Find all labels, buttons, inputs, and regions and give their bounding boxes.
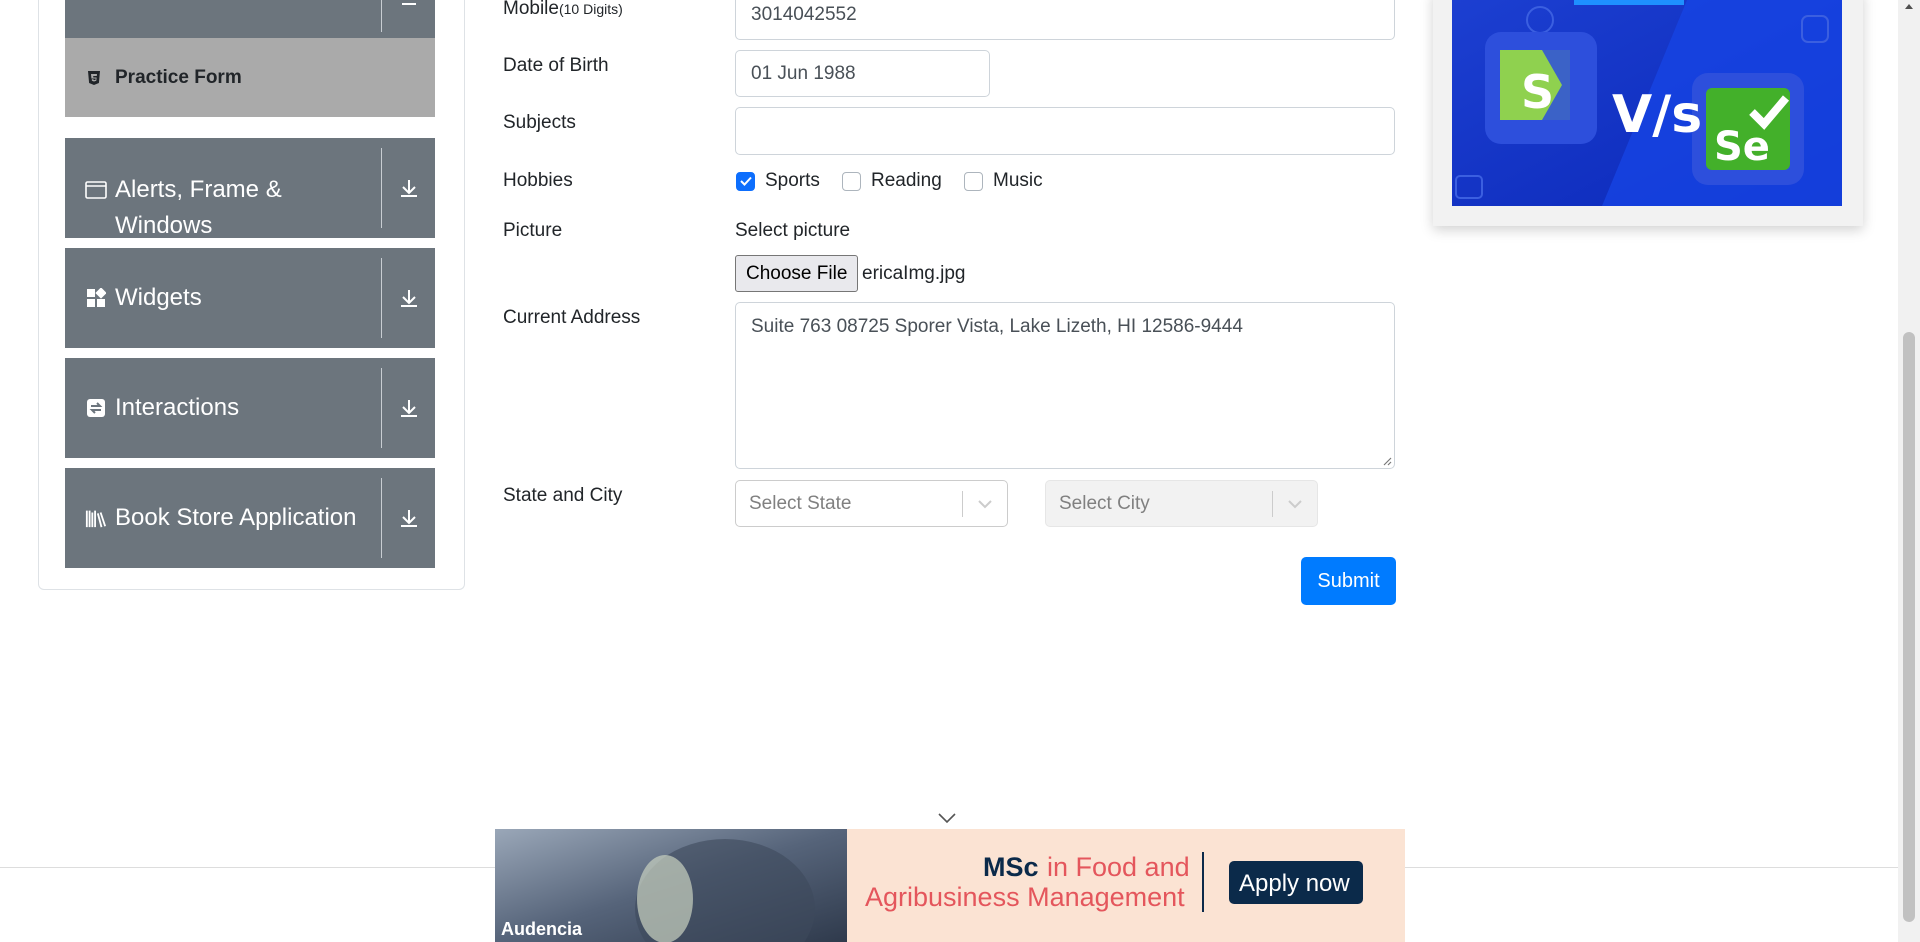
sidebar-group-book-store[interactable]: Book Store Application [65,468,435,568]
window-icon [85,179,107,201]
file-name: ericaImg.jpg [862,263,966,284]
dob-value: 01 Jun 1988 [751,62,856,84]
sidebar-group-label: Widgets [115,284,202,311]
ad-brand: Audencia [501,919,583,939]
picture-label: Picture [503,220,563,241]
ad-headline-2: in Food and [1047,852,1190,882]
state-select[interactable]: Select State [735,480,1008,527]
widgets-icon [85,287,107,309]
download-arrow-icon [382,148,435,228]
address-value: Suite 763 08725 Sporer Vista, Lake Lizet… [751,316,1243,337]
mobile-label: Mobile(10 Digits) [503,0,623,20]
checkbox-empty-icon [964,171,983,191]
state-city-label: State and City [503,485,623,506]
books-icon [85,507,107,529]
choose-file-button[interactable]: Choose File [735,255,859,292]
download-arrow-icon [382,398,435,418]
mobile-input[interactable]: 3014042552 [735,0,1395,40]
subjects-input[interactable] [735,107,1395,155]
promo-vs-text: V/s [1612,85,1702,145]
ad-banner[interactable]: Audencia MSc in Food and Agribusiness Ma… [495,829,1405,942]
promo-left-logo: S [1521,65,1554,119]
ad-headline-1: MSc [983,852,1039,882]
download-arrow-icon [382,288,435,308]
sidebar-group-widgets[interactable]: Widgets [65,248,435,348]
hobby-sports-checkbox[interactable]: Sports [736,170,820,192]
download-arrow-icon [382,0,435,18]
resize-handle-icon[interactable] [1380,454,1392,466]
hobby-label: Reading [871,170,942,191]
chevron-down-icon [963,499,1007,509]
download-arrow-icon [382,508,435,528]
state-placeholder: Select State [749,492,852,514]
hobby-reading-checkbox[interactable]: Reading [842,170,942,192]
chevron-down-icon [1273,499,1317,509]
hobbies-label: Hobbies [503,170,573,191]
submit-button[interactable]: Submit [1301,557,1396,605]
sidebar-group-alerts[interactable]: Alerts, Frame & Windows [65,138,435,239]
select-picture-label: Select picture [735,220,851,241]
hobby-music-checkbox[interactable]: Music [964,170,1043,192]
current-address-textarea[interactable]: Suite 763 08725 Sporer Vista, Lake Lizet… [735,302,1395,469]
sidebar-group-label: Book Store Application [115,504,357,531]
sidebar-group-label: Alerts, Frame & [115,176,282,203]
mobile-value: 3014042552 [751,4,857,25]
dob-label: Date of Birth [503,55,609,76]
sidebar-item-practice-form[interactable]: Practice Form [65,38,435,117]
city-placeholder: Select City [1059,492,1150,514]
dob-input[interactable]: 01 Jun 1988 [735,50,990,97]
page: Practice Form Alerts, Frame & Windows Wi… [0,0,1920,942]
chevron-down-icon[interactable] [937,812,957,824]
current-address-label: Current Address [503,307,641,328]
mobile-hint: (10 Digits) [558,1,623,17]
promo-banner[interactable]: S Se V/s [1452,0,1842,206]
subjects-label: Subjects [503,112,576,133]
interactions-icon [85,397,107,419]
scrollbar-thumb[interactable] [1903,332,1915,922]
sidebar-group-label: Interactions [115,394,240,421]
sidebar-group-forms[interactable] [65,0,435,38]
mobile-label-text: Mobile [503,0,559,19]
sidebar-group-interactions[interactable]: Interactions [65,358,435,458]
hobby-label: Sports [765,170,820,191]
sidebar-item-label: Practice Form [115,66,242,88]
ad-cta: Apply now [1239,870,1350,897]
checkbox-checked-icon [736,171,755,191]
html5-icon [83,67,105,89]
ad-headline-3: Agribusiness Management [865,882,1185,912]
sidebar-group-label-line2: Windows [115,212,213,239]
hobby-label: Music [993,170,1043,191]
city-select[interactable]: Select City [1045,480,1318,527]
checkbox-empty-icon [842,171,861,191]
scroll-up-arrow-icon[interactable] [1904,2,1914,10]
promo-right-logo: Se [1714,124,1770,170]
